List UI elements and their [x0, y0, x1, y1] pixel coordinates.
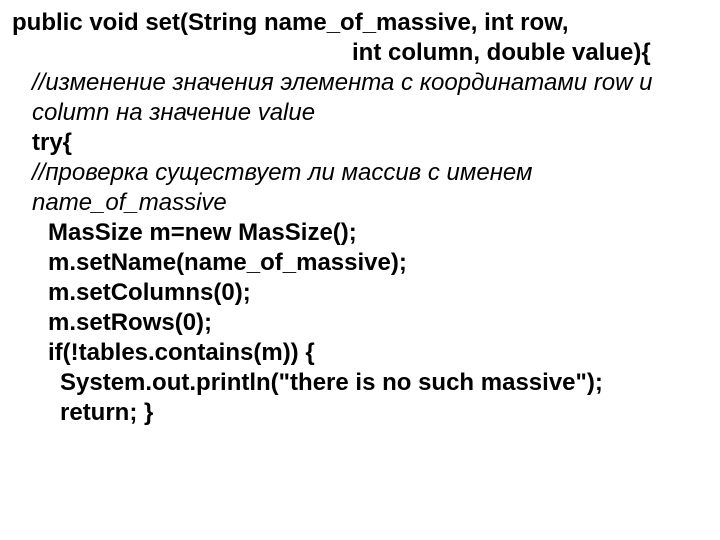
comment-change-value-b: column на значение value [12, 98, 708, 128]
comment-check-exists-b: name_of_massive [12, 188, 708, 218]
stmt-new-massize: MasSize m=new MasSize(); [12, 218, 708, 248]
comment-check-exists-a: //проверка существует ли массив с именем [12, 158, 708, 188]
try-open: try{ [12, 128, 708, 158]
stmt-setcolumns: m.setColumns(0); [12, 278, 708, 308]
stmt-println: System.out.println("there is no such mas… [12, 368, 708, 398]
if-contains: if(!tables.contains(m)) { [12, 338, 708, 368]
stmt-setrows: m.setRows(0); [12, 308, 708, 338]
stmt-return: return; } [12, 398, 708, 428]
method-signature-line2: int column, double value){ [12, 38, 708, 68]
comment-change-value-a: //изменение значения элемента с координа… [12, 68, 708, 98]
stmt-setname: m.setName(name_of_massive); [12, 248, 708, 278]
method-signature-line1: public void set(String name_of_massive, … [12, 8, 708, 38]
